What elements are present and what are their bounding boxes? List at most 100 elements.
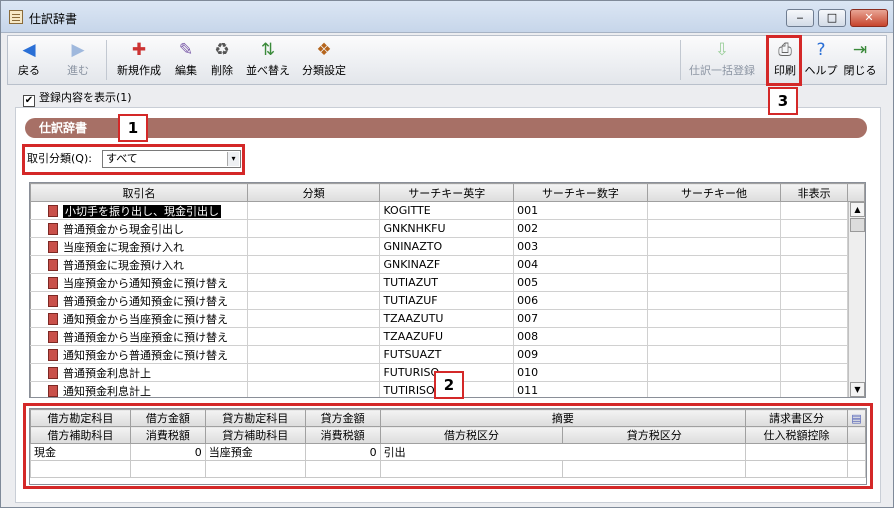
- table-row[interactable]: 通知預金から当座預金に預け替え TZAAZUTU 007: [30, 309, 865, 328]
- category-cell[interactable]: [246, 201, 381, 220]
- search-key-alpha-cell[interactable]: GNKINAZF: [379, 255, 515, 274]
- search-key-other-cell[interactable]: [646, 291, 782, 310]
- search-key-other-cell[interactable]: [646, 219, 782, 238]
- search-key-number-cell[interactable]: 002: [513, 219, 648, 238]
- search-key-other-cell[interactable]: [646, 327, 782, 346]
- search-key-number-cell[interactable]: 003: [513, 237, 648, 256]
- search-key-number-cell[interactable]: 005: [513, 273, 648, 292]
- minimize-button[interactable]: ‒: [786, 9, 814, 27]
- search-key-number-cell[interactable]: 010: [513, 363, 648, 382]
- transaction-name-cell[interactable]: 普通預金に現金預け入れ: [30, 255, 248, 274]
- table-row[interactable]: 通知預金から普通預金に預け替え FUTSUAZT 009: [30, 345, 865, 364]
- column-header[interactable]: サーチキー英字: [379, 183, 515, 202]
- search-key-alpha-cell[interactable]: TUTIAZUF: [379, 291, 515, 310]
- scroll-down-icon[interactable]: ▼: [850, 382, 865, 397]
- search-key-number-cell[interactable]: 008: [513, 327, 648, 346]
- category-settings-button[interactable]: ❖ 分類設定: [298, 38, 350, 82]
- search-key-alpha-cell[interactable]: GNINAZTO: [379, 237, 515, 256]
- transaction-name-cell[interactable]: 当座預金に現金預け入れ: [30, 237, 248, 256]
- hidden-flag-cell[interactable]: [780, 327, 849, 346]
- search-key-number-cell[interactable]: 009: [513, 345, 648, 364]
- column-header[interactable]: 分類: [246, 183, 381, 202]
- transaction-name-cell[interactable]: 通知預金から当座預金に預け替え: [30, 309, 248, 328]
- transaction-name-cell[interactable]: 小切手を振り出し、現金引出し: [30, 201, 248, 220]
- column-header[interactable]: 取引名: [30, 183, 248, 202]
- search-key-number-cell[interactable]: 007: [513, 309, 648, 328]
- search-key-number-cell[interactable]: 001: [513, 201, 648, 220]
- table-row[interactable]: 普通預金から通知預金に預け替え TUTIAZUF 006: [30, 291, 865, 310]
- category-cell[interactable]: [246, 237, 381, 256]
- show-registration-checkbox[interactable]: ✔ 登録内容を表示(1): [23, 89, 132, 107]
- transaction-name-cell[interactable]: 当座預金から通知預金に預け替え: [30, 273, 248, 292]
- category-cell[interactable]: [246, 345, 381, 364]
- sort-button[interactable]: ⇅ 並べ替え: [242, 38, 294, 82]
- search-key-number-cell[interactable]: 004: [513, 255, 648, 274]
- hidden-flag-cell[interactable]: [780, 237, 849, 256]
- search-key-other-cell[interactable]: [646, 273, 782, 292]
- category-cell[interactable]: [246, 219, 381, 238]
- search-key-other-cell[interactable]: [646, 381, 782, 397]
- search-key-number-cell[interactable]: 011: [513, 381, 648, 397]
- category-cell[interactable]: [246, 363, 381, 382]
- table-row[interactable]: 普通預金から当座預金に預け替え TZAAZUFU 008: [30, 327, 865, 346]
- category-cell[interactable]: [246, 381, 381, 397]
- category-cell[interactable]: [246, 273, 381, 292]
- hidden-flag-cell[interactable]: [780, 363, 849, 382]
- checkbox-icon[interactable]: ✔: [23, 95, 35, 107]
- table-row[interactable]: 当座預金に現金預け入れ GNINAZTO 003: [30, 237, 865, 256]
- maximize-button[interactable]: □: [818, 9, 846, 27]
- table-row[interactable]: 小切手を振り出し、現金引出し KOGITTE 001: [30, 201, 865, 220]
- close-window-button[interactable]: ✕: [850, 9, 888, 27]
- transaction-name-cell[interactable]: 通知預金から普通預金に預け替え: [30, 345, 248, 364]
- column-header[interactable]: 非表示: [780, 183, 849, 202]
- category-cell[interactable]: [246, 309, 381, 328]
- column-header[interactable]: サーチキー他: [646, 183, 782, 202]
- book-icon: [48, 258, 58, 271]
- scroll-thumb[interactable]: [850, 218, 865, 232]
- vertical-scrollbar[interactable]: ▲ ▼: [848, 202, 865, 397]
- search-key-other-cell[interactable]: [646, 345, 782, 364]
- search-key-alpha-cell[interactable]: TUTIAZUT: [379, 273, 515, 292]
- new-button[interactable]: ✚ 新規作成: [112, 38, 166, 82]
- back-button[interactable]: ◀ 戻る: [12, 38, 46, 82]
- search-key-other-cell[interactable]: [646, 237, 782, 256]
- table-row[interactable]: 当座預金から通知預金に預け替え TUTIAZUT 005: [30, 273, 865, 292]
- edit-button[interactable]: ✎ 編集: [170, 38, 202, 82]
- hidden-flag-cell[interactable]: [780, 201, 849, 220]
- search-key-alpha-cell[interactable]: FUTSUAZT: [379, 345, 515, 364]
- search-key-other-cell[interactable]: [646, 309, 782, 328]
- category-cell[interactable]: [246, 255, 381, 274]
- transaction-name-cell[interactable]: 普通預金から通知預金に預け替え: [30, 291, 248, 310]
- hidden-flag-cell[interactable]: [780, 291, 849, 310]
- hidden-flag-cell[interactable]: [780, 345, 849, 364]
- transaction-name-cell[interactable]: 普通預金から当座預金に預け替え: [30, 327, 248, 346]
- book-icon: [48, 366, 58, 379]
- transaction-name-cell[interactable]: 普通預金から現金引出し: [30, 219, 248, 238]
- search-key-other-cell[interactable]: [646, 255, 782, 274]
- category-cell[interactable]: [246, 291, 381, 310]
- hidden-flag-cell[interactable]: [780, 309, 849, 328]
- hidden-flag-cell[interactable]: [780, 273, 849, 292]
- transaction-name-cell[interactable]: 普通預金利息計上: [30, 363, 248, 382]
- search-key-other-cell[interactable]: [646, 201, 782, 220]
- delete-button[interactable]: ♻ 削除: [206, 38, 238, 82]
- hidden-flag-cell[interactable]: [780, 219, 849, 238]
- scroll-up-icon[interactable]: ▲: [850, 202, 865, 217]
- hidden-flag-cell[interactable]: [780, 381, 849, 397]
- help-button[interactable]: ? ヘルプ: [804, 38, 838, 82]
- search-key-number-cell[interactable]: 006: [513, 291, 648, 310]
- search-key-alpha-cell[interactable]: GNKNHKFU: [379, 219, 515, 238]
- forward-button[interactable]: ▶ 進む: [58, 38, 98, 82]
- search-key-alpha-cell[interactable]: TZAAZUTU: [379, 309, 515, 328]
- transaction-name-cell[interactable]: 通知預金利息計上: [30, 381, 248, 397]
- search-key-alpha-cell[interactable]: KOGITTE: [379, 201, 515, 220]
- category-cell[interactable]: [246, 327, 381, 346]
- hidden-flag-cell[interactable]: [780, 255, 849, 274]
- table-row[interactable]: 普通預金に現金預け入れ GNKINAZF 004: [30, 255, 865, 274]
- search-key-other-cell[interactable]: [646, 363, 782, 382]
- table-row[interactable]: 普通預金から現金引出し GNKNHKFU 002: [30, 219, 865, 238]
- column-header[interactable]: サーチキー数字: [513, 183, 648, 202]
- search-key-alpha-cell[interactable]: TZAAZUFU: [379, 327, 515, 346]
- close-button[interactable]: ⇥ 閉じる: [840, 38, 880, 82]
- bulk-register-button[interactable]: ⇩ 仕訳一括登録: [686, 38, 758, 82]
